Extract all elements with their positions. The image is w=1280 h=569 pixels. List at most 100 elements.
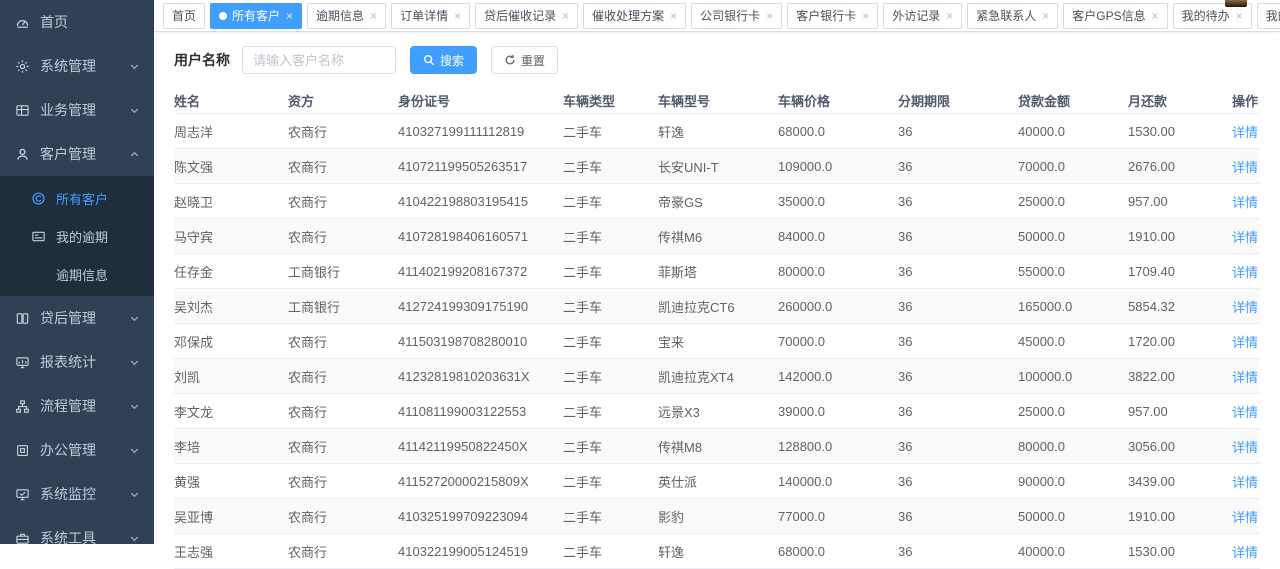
cell-id_card: 41142119950822450X: [398, 429, 563, 464]
sidebar-item[interactable]: 流程管理: [0, 384, 154, 428]
cell-action: 详情: [1228, 534, 1260, 569]
columns-icon: [14, 310, 30, 326]
sidebar-item[interactable]: 办公管理: [0, 428, 154, 472]
tab-item[interactable]: 订单详情 ×: [391, 3, 470, 29]
cell-id_card: 410325199709223094: [398, 499, 563, 534]
tab-label: 订单详情: [400, 4, 448, 28]
tab-label: 我的待办: [1182, 4, 1230, 28]
sidebar-item-label: 系统工具: [40, 528, 96, 544]
detail-link[interactable]: 详情: [1232, 475, 1258, 490]
column-header-action: 操作: [1228, 87, 1260, 114]
detail-link[interactable]: 详情: [1232, 335, 1258, 350]
tab-item[interactable]: 所有客户×: [210, 3, 302, 29]
detail-link[interactable]: 详情: [1232, 370, 1258, 385]
user-icon: [14, 146, 30, 162]
close-icon[interactable]: ×: [1042, 10, 1049, 22]
sidebar-item[interactable]: 系统监控: [0, 472, 154, 516]
cell-vehicle_type: 二手车: [563, 464, 658, 499]
detail-link[interactable]: 详情: [1232, 405, 1258, 420]
tab-item[interactable]: 催收处理方案 ×: [583, 3, 686, 29]
tab-item[interactable]: 客户GPS信息×: [1063, 3, 1167, 29]
sidebar-item-label: 首页: [40, 12, 68, 32]
cell-model: 菲斯塔: [658, 254, 778, 289]
search-form: 用户名称 搜索 重置: [174, 45, 1260, 75]
flow-icon: [14, 398, 30, 414]
tab-item[interactable]: 公司银行卡 ×: [691, 3, 782, 29]
close-icon[interactable]: ×: [562, 10, 569, 22]
cell-model: 轩逸: [658, 534, 778, 569]
sidebar-item-label: 办公管理: [40, 440, 96, 460]
sidebar-item[interactable]: 系统管理: [0, 44, 154, 88]
sidebar-item[interactable]: 客户管理: [0, 132, 154, 176]
tab-item[interactable]: 逾期信息 ×: [307, 3, 386, 29]
cell-name: 周志洋: [174, 114, 288, 149]
close-icon[interactable]: ×: [1152, 10, 1159, 22]
sidebar-subitem[interactable]: 所有客户: [0, 179, 154, 217]
avatar[interactable]: [1225, 0, 1247, 7]
close-icon[interactable]: ×: [862, 10, 869, 22]
tab-item[interactable]: 首页: [163, 3, 205, 29]
sidebar-item-label: 业务管理: [40, 100, 96, 120]
close-icon[interactable]: ×: [370, 10, 377, 22]
tab-item[interactable]: 外访记录×: [883, 3, 962, 29]
detail-link[interactable]: 详情: [1232, 195, 1258, 210]
sidebar-item[interactable]: 贷后管理: [0, 296, 154, 340]
customer-name-input[interactable]: [242, 46, 396, 74]
close-icon[interactable]: ×: [766, 10, 773, 22]
close-icon[interactable]: ×: [946, 10, 953, 22]
table-row: 李培农商行41142119950822450X二手车传祺M8128800.036…: [174, 429, 1260, 464]
cell-price: 39000.0: [778, 394, 898, 429]
sidebar-subitem[interactable]: 逾期信息: [0, 255, 154, 293]
close-icon[interactable]: ×: [1236, 10, 1243, 22]
sidebar-item[interactable]: 业务管理: [0, 88, 154, 132]
detail-link[interactable]: 详情: [1232, 160, 1258, 175]
cell-loan: 40000.0: [1018, 114, 1128, 149]
cell-loan: 80000.0: [1018, 429, 1128, 464]
detail-link[interactable]: 详情: [1232, 125, 1258, 140]
cell-action: 详情: [1228, 219, 1260, 254]
grid-icon: [14, 102, 30, 118]
refresh-icon: [504, 54, 516, 66]
close-icon[interactable]: ×: [454, 10, 461, 22]
detail-link[interactable]: 详情: [1232, 265, 1258, 280]
main-content: 首页所有客户×逾期信息×订单详情×贷后催收记录×催收处理方案×公司银行卡×客户银…: [154, 0, 1280, 544]
table-row: 陈文强农商行410721199505263517二手车长安UNI-T109000…: [174, 149, 1260, 184]
tab-label: 催收处理方案: [592, 4, 664, 28]
cell-term: 36: [898, 394, 1018, 429]
customer-table-wrap: 姓名资方身份证号车辆类型车辆型号车辆价格分期期限贷款金额月还款操作 周志洋农商行…: [174, 87, 1260, 569]
sidebar-item[interactable]: 系统工具: [0, 516, 154, 544]
sidebar-item[interactable]: 报表统计: [0, 340, 154, 384]
tab-label: 逾期信息: [316, 4, 364, 28]
column-header-price: 车辆价格: [778, 87, 898, 114]
tab-item[interactable]: 客户银行卡×: [787, 3, 878, 29]
detail-link[interactable]: 详情: [1232, 300, 1258, 315]
search-button[interactable]: 搜索: [410, 46, 477, 74]
cell-name: 陈文强: [174, 149, 288, 184]
cell-monthly: 1709.40: [1128, 254, 1228, 289]
close-icon[interactable]: ×: [670, 10, 677, 22]
detail-link[interactable]: 详情: [1232, 230, 1258, 245]
cell-model: 凯迪拉克XT4: [658, 359, 778, 394]
cell-term: 36: [898, 254, 1018, 289]
cell-action: 详情: [1228, 464, 1260, 499]
cell-vehicle_type: 二手车: [563, 114, 658, 149]
reset-button[interactable]: 重置: [491, 46, 558, 74]
detail-link[interactable]: 详情: [1232, 545, 1258, 560]
detail-link[interactable]: 详情: [1232, 440, 1258, 455]
cell-action: 详情: [1228, 394, 1260, 429]
cell-term: 36: [898, 429, 1018, 464]
chevron-down-icon: [128, 530, 140, 544]
tab-label: 公司银行卡: [700, 4, 760, 28]
tab-item[interactable]: 贷后催收记录×: [475, 3, 578, 29]
close-icon[interactable]: ×: [286, 10, 293, 22]
detail-link[interactable]: 详情: [1232, 510, 1258, 525]
sidebar-subitem[interactable]: 我的逾期: [0, 217, 154, 255]
tab-item[interactable]: 紧急联系人 ×: [967, 3, 1058, 29]
tab-item[interactable]: 我的流程×: [1257, 3, 1280, 29]
tab-label: 紧急联系人: [976, 4, 1036, 28]
cell-name: 黄强: [174, 464, 288, 499]
cell-monthly: 957.00: [1128, 184, 1228, 219]
cell-name: 王志强: [174, 534, 288, 569]
sidebar-item[interactable]: 首页: [0, 0, 154, 44]
sidebar-item-label: 流程管理: [40, 396, 96, 416]
